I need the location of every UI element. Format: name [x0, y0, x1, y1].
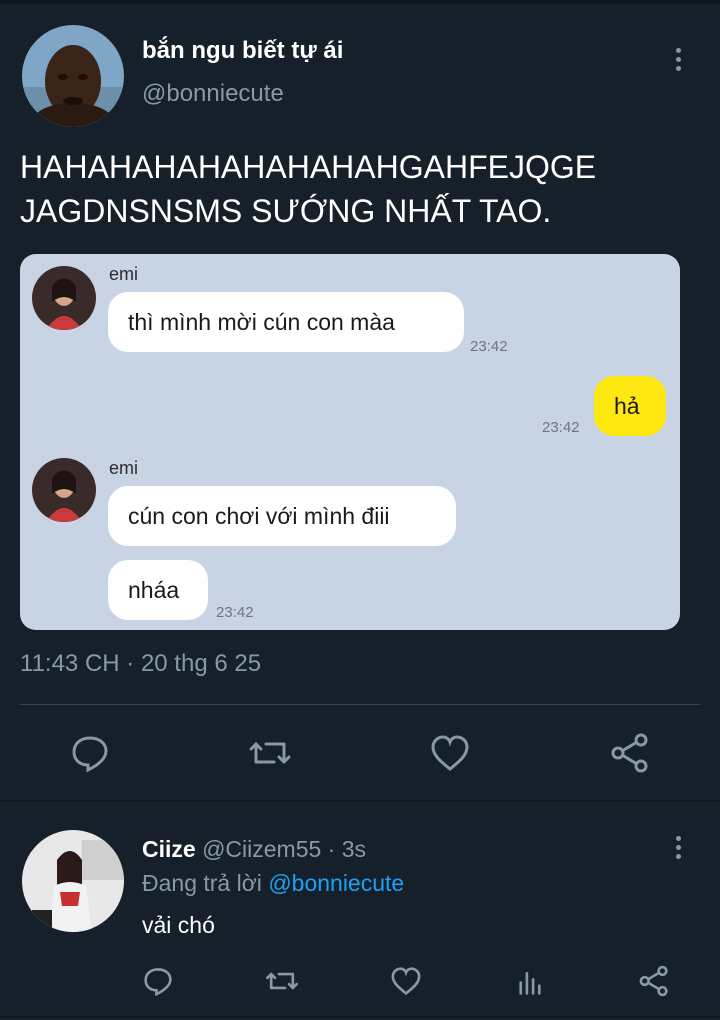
- chat-bubble: nháa: [108, 560, 208, 620]
- chat-sender-name: emi: [109, 264, 139, 284]
- replying-to-prefix: Đang trả lời: [142, 870, 269, 896]
- chat-time: 23:42: [542, 419, 580, 436]
- reply-header: Ciize @Ciizem55 · 3s: [142, 836, 366, 863]
- chat-avatar: [32, 266, 96, 330]
- tweet-text: HAHAHAHAHAHAHAHAHGAHFEJQGE JAGDNSNSMS SƯ…: [20, 145, 710, 233]
- reply-handle[interactable]: @Ciizem55: [202, 836, 321, 862]
- chat-bubble: thì mình mời cún con màa: [108, 292, 464, 352]
- more-options-icon[interactable]: [663, 45, 693, 75]
- chat-sender-name: emi: [109, 458, 139, 478]
- author-avatar[interactable]: [22, 25, 124, 127]
- reply-more-options-icon[interactable]: [663, 833, 693, 863]
- bottom-divider: [0, 1016, 720, 1018]
- top-edge: [0, 0, 720, 4]
- tweet-text-line-2: JAGDNSNSMS SƯỚNG NHẤT TAO.: [20, 193, 552, 229]
- reply-text: vải chó: [142, 912, 215, 938]
- replying-to-line: Đang trả lời @bonniecute: [142, 870, 404, 897]
- analytics-icon[interactable]: [513, 964, 547, 998]
- section-divider: [0, 800, 720, 802]
- tweet-text-line-1: HAHAHAHAHAHAHAHAHGAHFEJQGE: [20, 149, 597, 185]
- author-handle[interactable]: @bonniecute: [142, 80, 284, 108]
- tweet-timestamp[interactable]: 11:43 CH · 20 thg 6 25: [20, 650, 261, 678]
- attached-chat-image[interactable]: emi thì mình mời cún con màa 23:42 23:42…: [20, 254, 680, 630]
- reply-author-avatar[interactable]: [22, 830, 124, 932]
- chat-time: 23:42: [470, 338, 508, 355]
- my-chat-bubble: hả: [594, 376, 666, 436]
- retweet-icon[interactable]: [265, 964, 299, 998]
- share-icon[interactable]: [608, 731, 652, 775]
- author-display-name[interactable]: bắn ngu biết tự ái: [142, 37, 343, 65]
- share-icon[interactable]: [637, 964, 671, 998]
- replying-to-link[interactable]: @bonniecute: [268, 870, 404, 896]
- reply-display-name[interactable]: Ciize: [142, 836, 196, 862]
- chat-avatar: [32, 458, 96, 522]
- chat-bubble: cún con chơi với mình điii: [108, 486, 456, 546]
- reply-icon[interactable]: [141, 964, 175, 998]
- reply-icon[interactable]: [68, 731, 112, 775]
- retweet-icon[interactable]: [248, 731, 292, 775]
- chat-time: 23:42: [216, 604, 254, 621]
- divider: [20, 704, 700, 705]
- reply-age: · 3s: [321, 836, 367, 862]
- like-icon[interactable]: [389, 964, 423, 998]
- like-icon[interactable]: [428, 731, 472, 775]
